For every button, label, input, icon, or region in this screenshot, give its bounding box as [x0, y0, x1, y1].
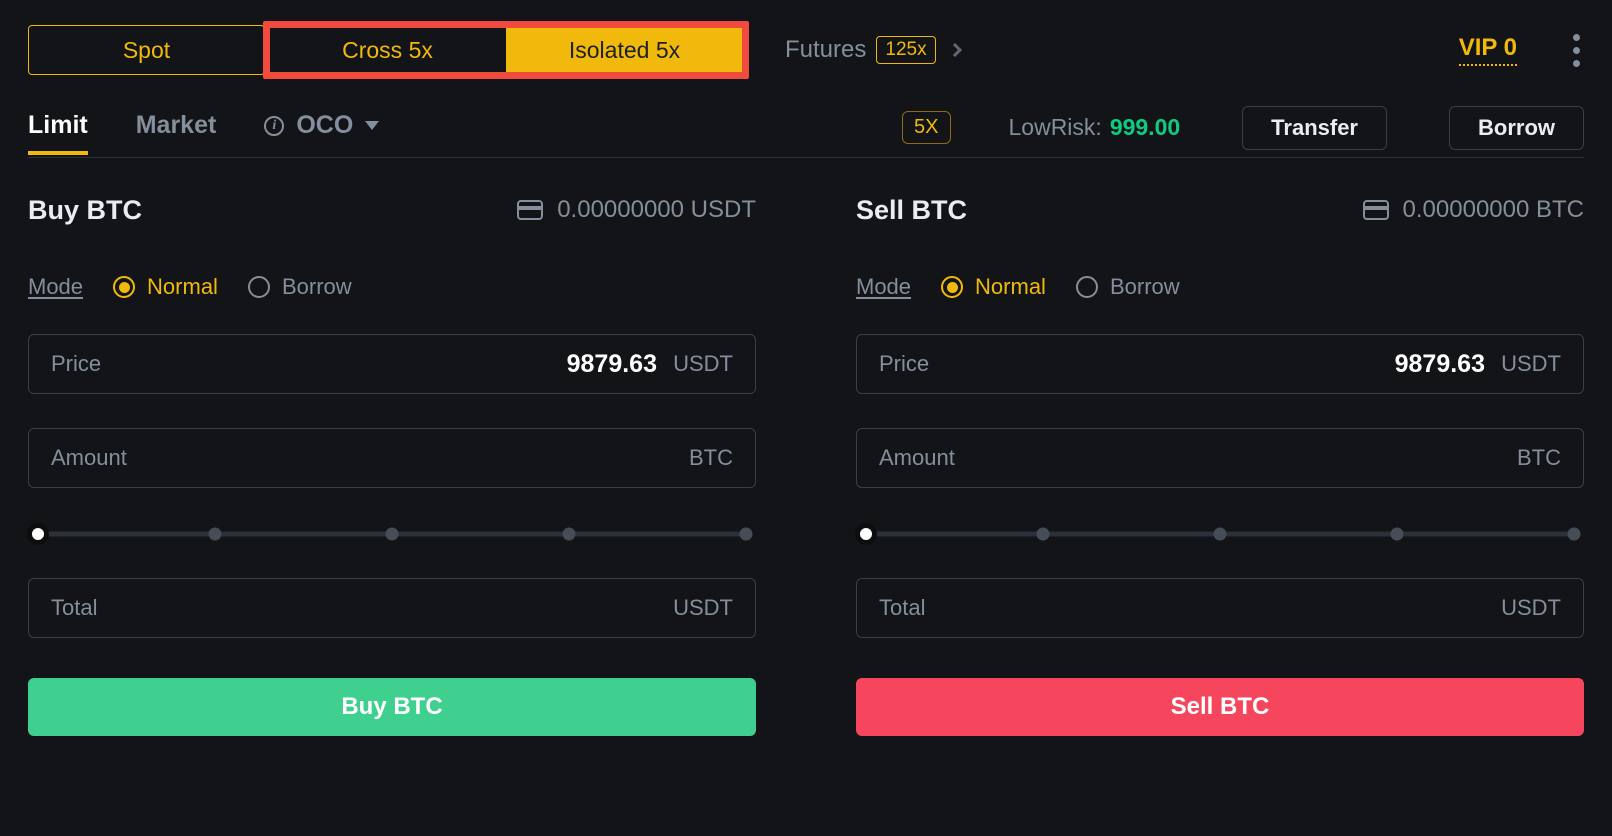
- chevron-right-icon: [948, 43, 962, 57]
- buy-panel: Buy BTC 0.00000000 USDT Mode Normal Borr…: [28, 188, 756, 736]
- sell-balance: 0.00000000 BTC: [1403, 196, 1584, 224]
- slider-thumb[interactable]: [27, 523, 49, 545]
- slider-thumb[interactable]: [855, 523, 877, 545]
- slider-step-100[interactable]: [740, 528, 753, 541]
- price-unit: USDT: [1501, 351, 1561, 377]
- price-label: Price: [879, 351, 999, 377]
- sell-total-input[interactable]: [999, 593, 1501, 624]
- futures-link[interactable]: Futures 125x: [785, 36, 960, 64]
- buy-balance: 0.00000000 USDT: [557, 196, 756, 224]
- buy-mode-borrow-radio[interactable]: Borrow: [248, 274, 352, 300]
- tab-market[interactable]: Market: [136, 111, 217, 154]
- radio-normal-label: Normal: [147, 274, 218, 300]
- buy-mode-normal-radio[interactable]: Normal: [113, 274, 218, 300]
- sell-price-input[interactable]: [999, 349, 1501, 380]
- buy-price-input[interactable]: [171, 349, 673, 380]
- buy-amount-input[interactable]: [171, 443, 673, 474]
- tab-limit[interactable]: Limit: [28, 111, 88, 154]
- sell-price-field[interactable]: Price USDT: [856, 334, 1584, 394]
- amount-label: Amount: [879, 445, 999, 471]
- sell-panel: Sell BTC 0.00000000 BTC Mode Normal Borr…: [856, 188, 1584, 736]
- radio-borrow-label: Borrow: [282, 274, 352, 300]
- tab-spot[interactable]: Spot: [28, 25, 265, 75]
- wallet-icon: [1363, 200, 1389, 220]
- slider-step-75[interactable]: [1391, 528, 1404, 541]
- borrow-button[interactable]: Borrow: [1449, 106, 1584, 150]
- tab-oco-label: OCO: [296, 111, 353, 140]
- vip-level[interactable]: VIP 0: [1459, 34, 1517, 66]
- chevron-down-icon: [365, 121, 379, 130]
- sell-amount-slider[interactable]: [866, 524, 1574, 544]
- risk-indicator: LowRisk: 999.00: [1009, 114, 1181, 141]
- buy-price-field[interactable]: Price USDT: [28, 334, 756, 394]
- sell-mode-borrow-radio[interactable]: Borrow: [1076, 274, 1180, 300]
- wallet-icon: [517, 200, 543, 220]
- slider-step-50[interactable]: [386, 528, 399, 541]
- sell-amount-field[interactable]: Amount BTC: [856, 428, 1584, 488]
- slider-step-100[interactable]: [1568, 528, 1581, 541]
- slider-step-75[interactable]: [563, 528, 576, 541]
- price-unit: USDT: [673, 351, 733, 377]
- transfer-button[interactable]: Transfer: [1242, 106, 1387, 150]
- radio-off-icon: [248, 276, 270, 298]
- sell-mode-normal-radio[interactable]: Normal: [941, 274, 1046, 300]
- mode-label: Mode: [28, 274, 83, 300]
- total-label: Total: [879, 595, 999, 621]
- buy-submit-button[interactable]: Buy BTC: [28, 678, 756, 736]
- sell-submit-button[interactable]: Sell BTC: [856, 678, 1584, 736]
- slider-step-50[interactable]: [1214, 528, 1227, 541]
- info-icon: i: [264, 116, 284, 136]
- radio-on-icon: [113, 276, 135, 298]
- more-menu-icon[interactable]: [1573, 34, 1580, 67]
- amount-unit: BTC: [1501, 445, 1561, 471]
- futures-leverage-badge: 125x: [876, 36, 935, 64]
- tab-oco[interactable]: i OCO: [264, 111, 379, 154]
- slider-step-25[interactable]: [1037, 528, 1050, 541]
- slider-step-25[interactable]: [209, 528, 222, 541]
- margin-mode-segment: Spot Cross 5x Isolated 5x: [28, 21, 749, 79]
- sell-title: Sell BTC: [856, 195, 967, 226]
- futures-label: Futures: [785, 36, 866, 64]
- buy-title: Buy BTC: [28, 195, 142, 226]
- amount-label: Amount: [51, 445, 171, 471]
- radio-normal-label: Normal: [975, 274, 1046, 300]
- radio-off-icon: [1076, 276, 1098, 298]
- radio-on-icon: [941, 276, 963, 298]
- mode-label: Mode: [856, 274, 911, 300]
- total-unit: USDT: [673, 595, 733, 621]
- buy-total-field[interactable]: Total USDT: [28, 578, 756, 638]
- risk-label: LowRisk:: [1009, 114, 1102, 141]
- tab-cross-5x[interactable]: Cross 5x: [269, 25, 506, 75]
- buy-amount-field[interactable]: Amount BTC: [28, 428, 756, 488]
- risk-value: 999.00: [1110, 114, 1180, 141]
- buy-amount-slider[interactable]: [38, 524, 746, 544]
- buy-total-input[interactable]: [171, 593, 673, 624]
- total-unit: USDT: [1501, 595, 1561, 621]
- leverage-badge-5x[interactable]: 5X: [902, 111, 950, 144]
- sell-total-field[interactable]: Total USDT: [856, 578, 1584, 638]
- price-label: Price: [51, 351, 171, 377]
- sell-amount-input[interactable]: [999, 443, 1501, 474]
- total-label: Total: [51, 595, 171, 621]
- amount-unit: BTC: [673, 445, 733, 471]
- tab-isolated-5x[interactable]: Isolated 5x: [506, 25, 743, 75]
- radio-borrow-label: Borrow: [1110, 274, 1180, 300]
